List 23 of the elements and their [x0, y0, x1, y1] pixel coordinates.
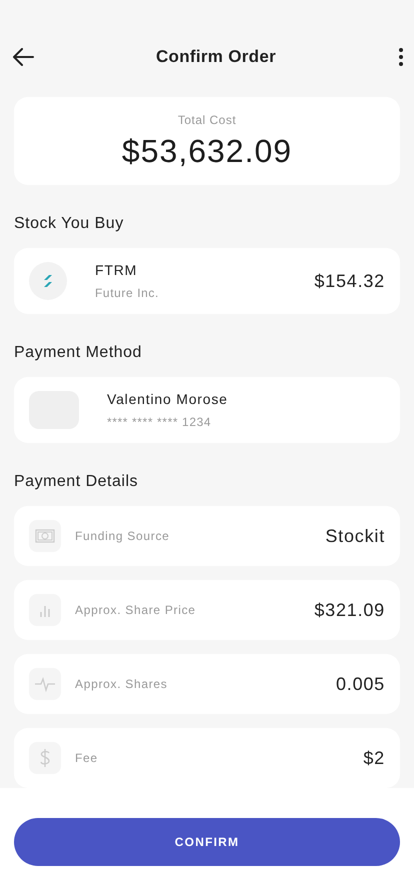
back-arrow-icon: [12, 48, 34, 66]
total-amount: $53,632.09: [122, 132, 292, 170]
detail-label: Fee: [75, 751, 99, 765]
detail-label: Approx. Shares: [75, 677, 169, 691]
total-label: Total Cost: [178, 112, 236, 126]
company-name: Future Inc.: [95, 286, 160, 300]
section-title: Payment Details: [14, 473, 139, 492]
card-number: **** **** **** 1234: [107, 415, 212, 429]
page-title: Confirm Order: [156, 47, 276, 67]
section-title: Payment Method: [14, 344, 143, 363]
detail-value: 0.005: [336, 674, 385, 694]
stock-price: $154.32: [314, 270, 385, 292]
section-title: Stock You Buy: [14, 215, 125, 234]
more-icon: [398, 47, 404, 67]
detail-label: Funding Source: [75, 529, 171, 543]
detail-value: $2: [363, 748, 385, 768]
detail-value: Stockit: [325, 526, 385, 546]
cardholder-name: Valentino Morose: [107, 391, 229, 407]
back-button[interactable]: [10, 46, 36, 68]
stock-ticker: FTRM: [95, 262, 138, 278]
detail-label: Approx. Share Price: [75, 603, 197, 617]
confirm-button[interactable]: CONFIRM: [14, 818, 400, 866]
detail-value: $321.09: [314, 600, 385, 620]
